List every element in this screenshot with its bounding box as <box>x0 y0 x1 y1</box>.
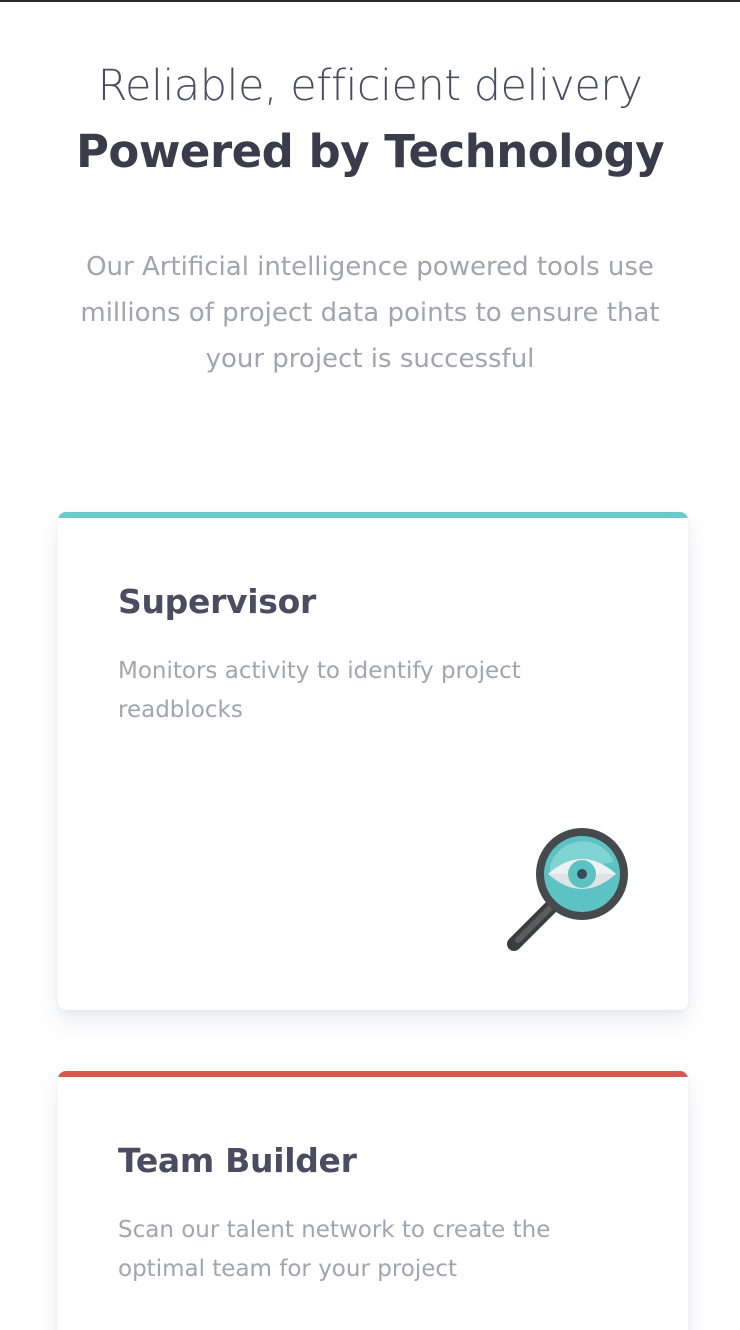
hero-title: Powered by Technology <box>75 125 665 178</box>
hero-section: Reliable, efficient delivery Powered by … <box>0 56 740 188</box>
hero-subtitle: Reliable, efficient delivery <box>97 61 643 111</box>
card-title: Supervisor <box>118 582 316 621</box>
card-description: Scan our talent network to create the op… <box>118 1217 551 1282</box>
feature-card-supervisor: Supervisor Monitors activity to identify… <box>58 512 688 1010</box>
hero-description: Our Artificial intelligence powered tool… <box>80 252 660 374</box>
top-divider <box>0 0 740 2</box>
feature-card-team-builder: Team Builder Scan our talent network to … <box>58 1071 688 1330</box>
card-description: Monitors activity to identify project re… <box>118 658 521 723</box>
page: Reliable, efficient delivery Powered by … <box>0 0 740 1330</box>
magnifier-eye-icon <box>506 828 630 952</box>
card-accent-bar <box>58 512 688 518</box>
card-accent-bar <box>58 1071 688 1077</box>
card-title: Team Builder <box>118 1141 357 1180</box>
